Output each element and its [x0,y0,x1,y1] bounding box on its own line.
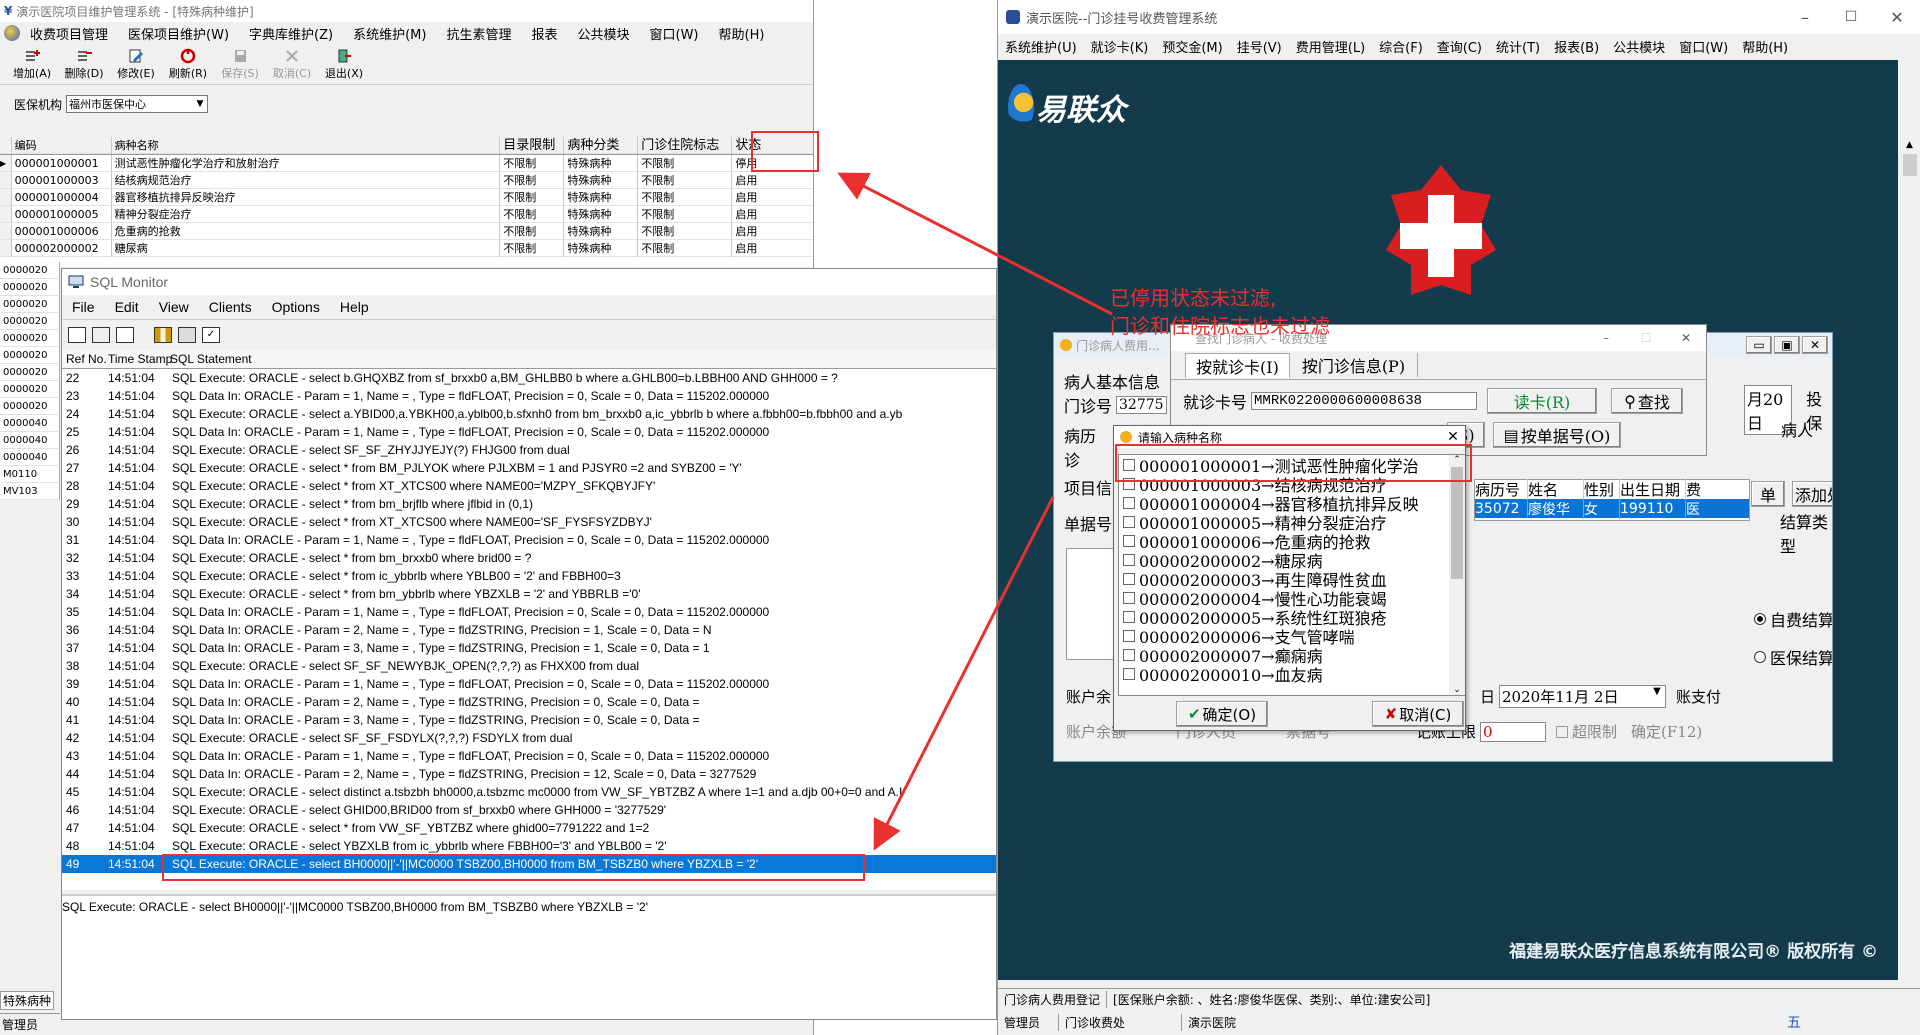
arrow-to-sql [873,496,1055,851]
annotation-arrows [837,172,1113,851]
annotation-line-1: 已停用状态未过滤, [1110,286,1277,310]
annotation-note: 已停用状态未过滤, 门诊和住院标志也未过滤 [1110,284,1330,340]
annotation-line-2: 门诊和住院标志也未过滤 [1110,314,1330,338]
arrow-to-status [837,172,1113,316]
